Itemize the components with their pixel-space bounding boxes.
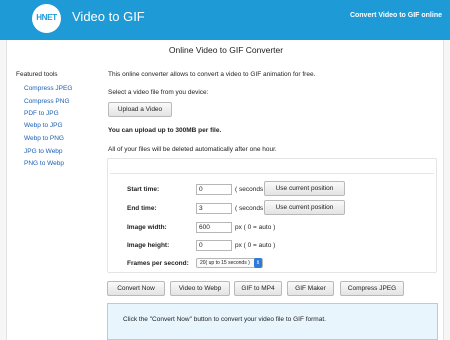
conversion-hint-text: Click the "Convert Now" button to conver…: [123, 316, 326, 323]
image-width-input[interactable]: 600: [196, 222, 232, 233]
convert-now-button[interactable]: Convert Now: [107, 281, 165, 296]
sidebar-link-webp-to-png[interactable]: Webp to PNG: [24, 135, 64, 142]
start-time-label: Start time:: [127, 186, 160, 193]
sidebar-link-compress-jpeg[interactable]: Compress JPEG: [24, 85, 72, 92]
options-form: Start time: 0 ( seconds ) Use current po…: [110, 173, 434, 272]
compress-jpeg-button[interactable]: Compress JPEG: [340, 281, 404, 296]
sidebar-link-pdf-to-jpg[interactable]: PDF to JPG: [24, 110, 59, 117]
app-header: HNET Video to GIF Convert Video to GIF o…: [0, 0, 450, 40]
upload-video-button[interactable]: Upload a Video: [108, 102, 172, 117]
hnet-logo[interactable]: HNET: [32, 4, 61, 33]
sidebar-link-webp-to-jpg[interactable]: Webp to JPG: [24, 122, 63, 129]
image-height-unit: px ( 0 = auto ): [235, 242, 276, 249]
page-title: Online Video to GIF Converter: [168, 45, 284, 55]
logo-text: HNET: [36, 13, 57, 22]
end-time-label: End time:: [127, 205, 157, 212]
fps-label: Frames per second:: [127, 260, 189, 267]
main-panel: Online Video to GIF Converter Featured t…: [6, 40, 444, 340]
start-use-current-position-button[interactable]: Use current position: [264, 181, 345, 196]
start-time-input[interactable]: 0: [196, 184, 232, 195]
fps-selected-value: 20( up to 15 seconds ): [200, 260, 250, 266]
sidebar-link-png-to-webp[interactable]: PNG to Webp: [24, 160, 64, 167]
start-time-unit: ( seconds ): [235, 186, 268, 193]
end-time-unit: ( seconds ): [235, 205, 268, 212]
sidebar-link-jpg-to-webp[interactable]: JPG to Webp: [24, 148, 63, 155]
image-width-unit: px ( 0 = auto ): [235, 224, 276, 231]
gif-to-mp4-button[interactable]: GIF to MP4: [234, 281, 282, 296]
image-height-label: Image height:: [127, 242, 170, 249]
end-use-current-position-button[interactable]: Use current position: [264, 200, 345, 215]
image-height-input[interactable]: 0: [196, 240, 232, 251]
converter-description: This online converter allows to convert …: [108, 71, 316, 78]
select-file-prompt: Select a video file from you device:: [108, 89, 209, 96]
gif-maker-button[interactable]: GIF Maker: [287, 281, 334, 296]
end-time-input[interactable]: 3: [196, 203, 232, 214]
select-arrows-icon: ⇕: [254, 258, 262, 268]
app-title[interactable]: Video to GIF: [72, 9, 145, 24]
video-to-webp-button[interactable]: Video to Webp: [170, 281, 230, 296]
conversion-options-box: Start time: 0 ( seconds ) Use current po…: [107, 158, 437, 273]
upload-size-limit: You can upload up to 300MB per file.: [108, 127, 222, 134]
fps-select[interactable]: 20( up to 15 seconds ) ⇕: [196, 258, 263, 268]
image-width-label: Image width:: [127, 224, 167, 231]
sidebar-link-compress-png[interactable]: Compress PNG: [24, 98, 70, 105]
deletion-notice: All of your files will be deleted automa…: [108, 146, 277, 153]
header-nav-link[interactable]: Convert Video to GIF online: [350, 12, 442, 19]
sidebar-heading: Featured tools: [16, 71, 58, 78]
conversion-hint-box: Click the "Convert Now" button to conver…: [107, 303, 438, 340]
